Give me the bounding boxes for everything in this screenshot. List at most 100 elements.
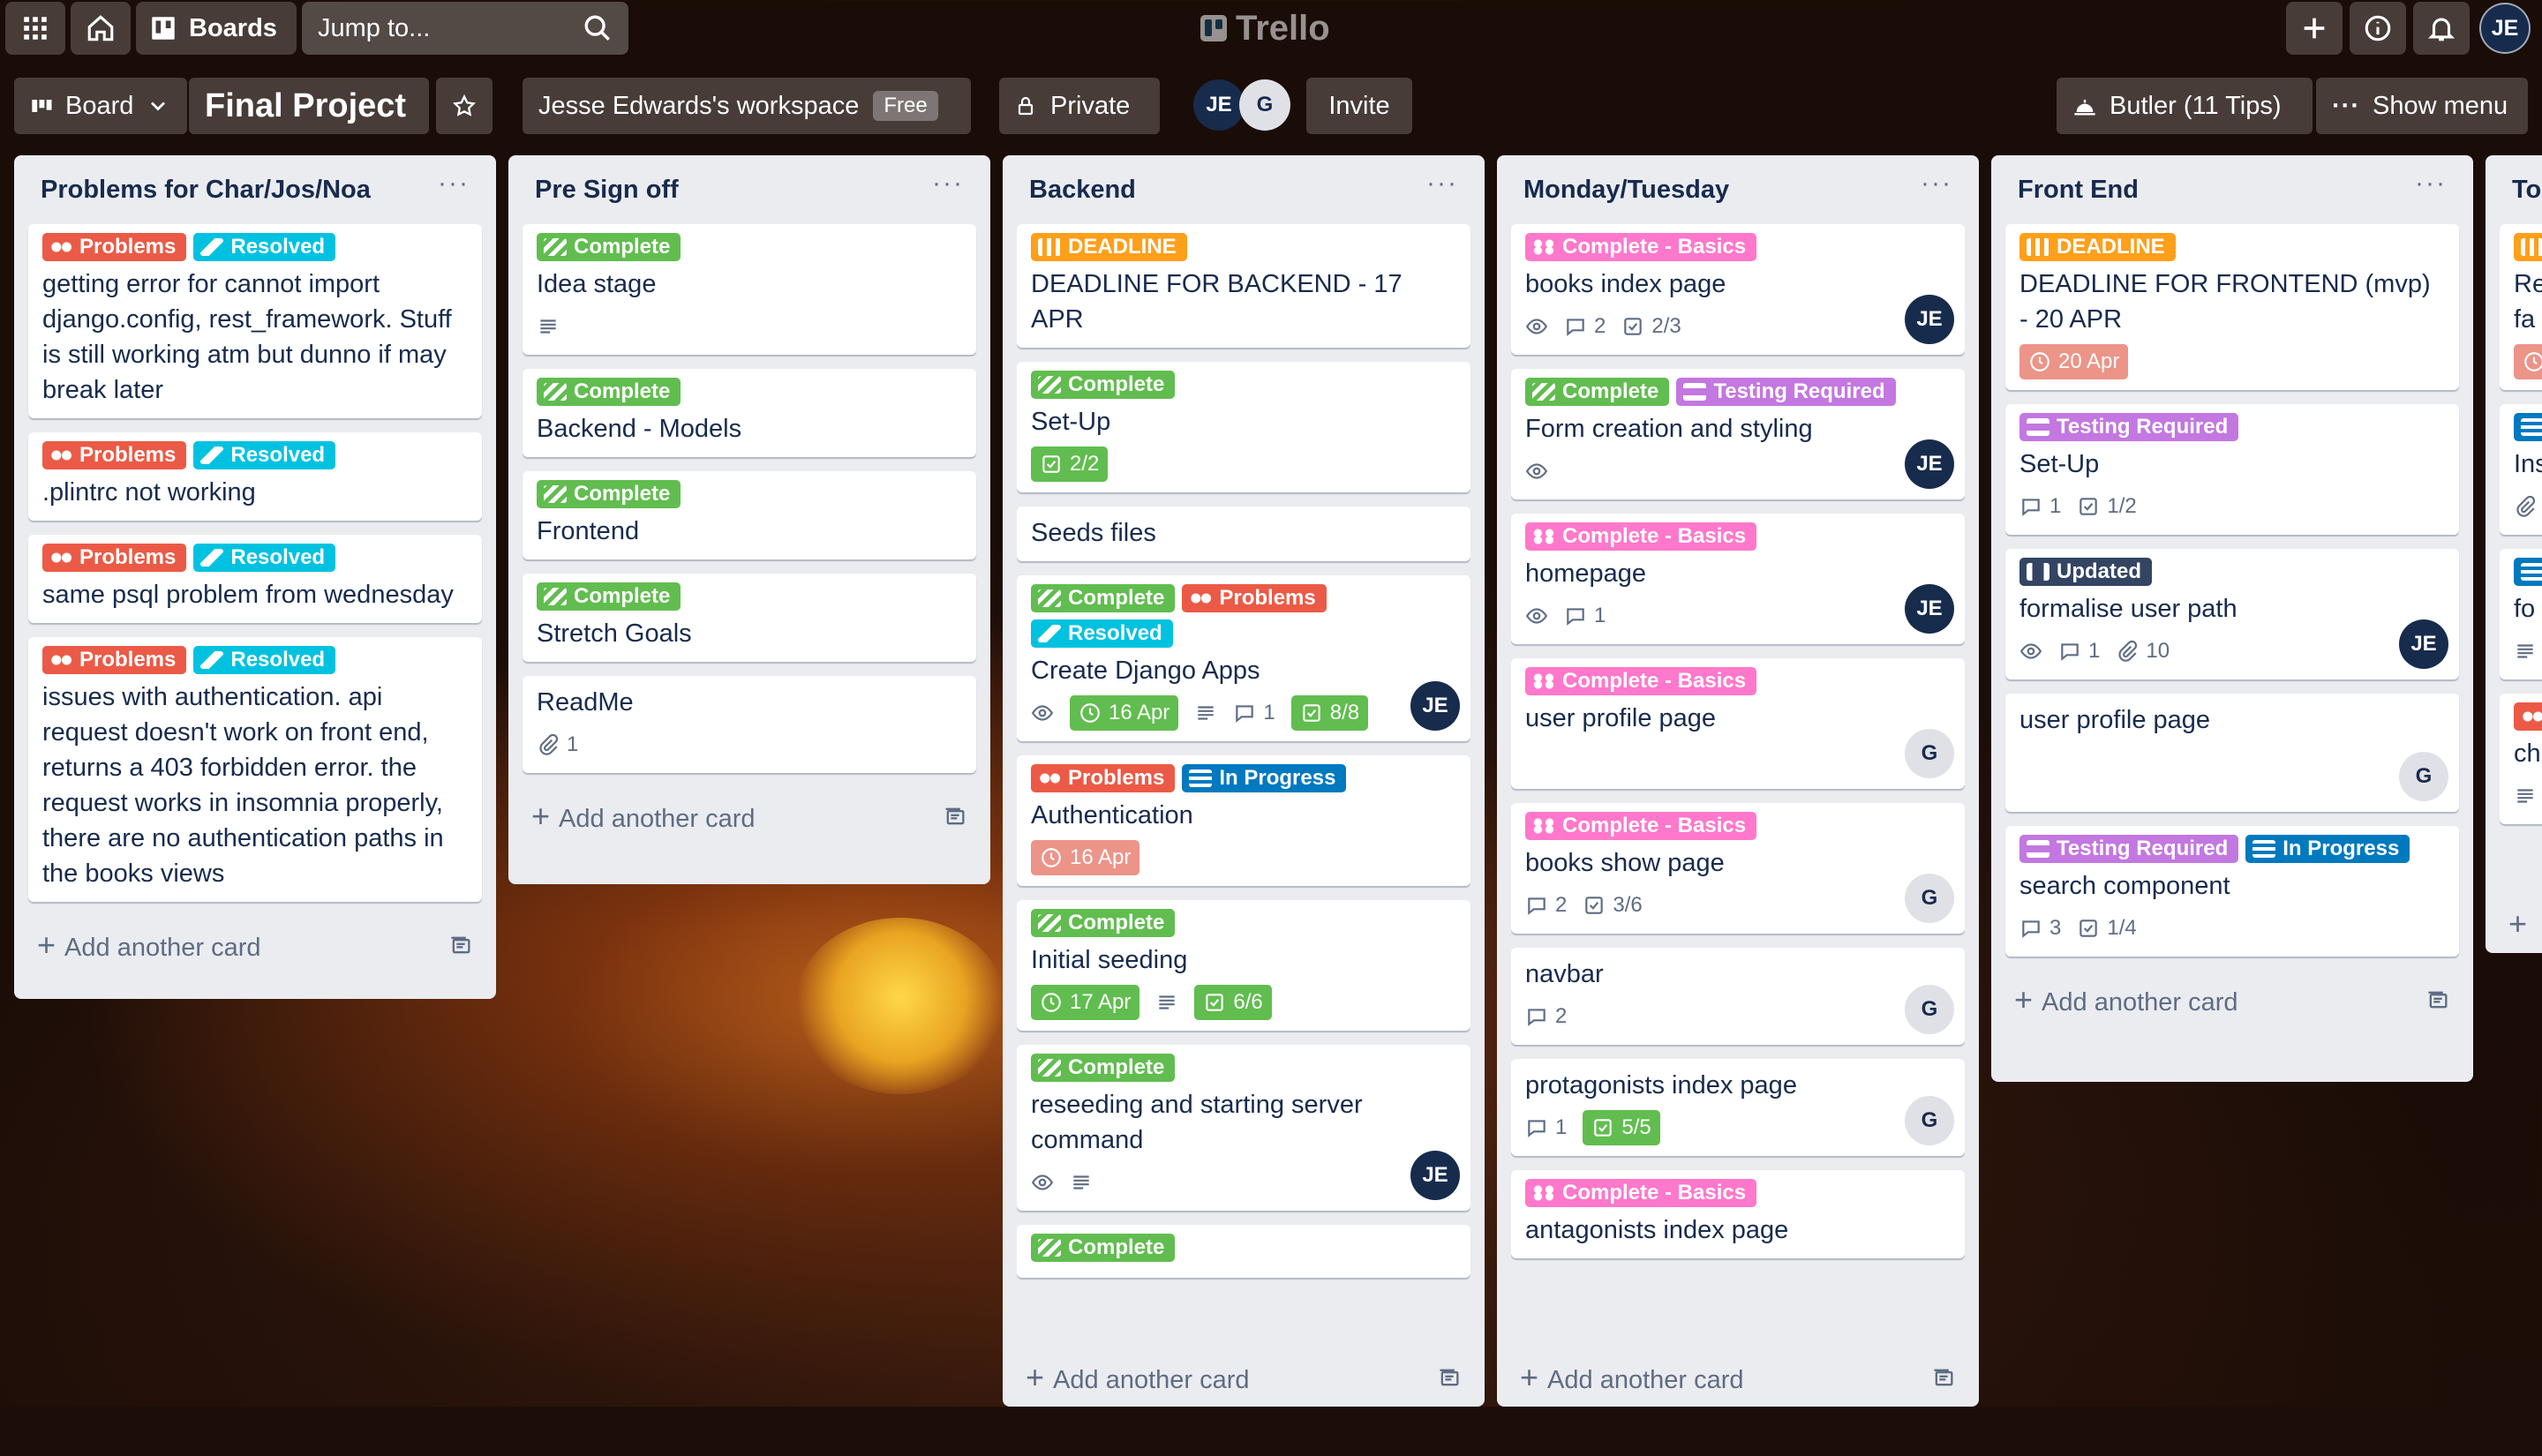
card-member-avatar[interactable]: JE [2399, 619, 2448, 669]
card[interactable]: Seeds files [1017, 507, 1470, 561]
workspace-button[interactable]: Jesse Edwards's workspace Free [523, 78, 971, 134]
card[interactable]: Complete Testing Required Form creation an… [1511, 369, 1965, 499]
card-label-green[interactable]: Complete [1031, 371, 1176, 399]
card-label-green[interactable]: Complete [1031, 584, 1176, 612]
list-menu-icon[interactable]: ··· [932, 170, 964, 209]
member-avatar-g[interactable]: G [1239, 79, 1290, 131]
list-title[interactable]: Pre Sign off [535, 176, 679, 205]
badge-check[interactable]: 8/8 [1290, 695, 1369, 731]
notifications-button[interactable] [2413, 2, 2470, 55]
card-label-pink[interactable]: Complete - Basics [1525, 812, 1757, 840]
card-member-avatar[interactable]: JE [1905, 295, 1954, 344]
list-title[interactable]: Problems for Char/Jos/Noa [41, 176, 371, 205]
card[interactable]: Complete Problems Resolved Create Django Ap… [1017, 575, 1470, 741]
card[interactable]: Complete [1017, 1225, 1470, 1278]
list-header[interactable]: Pre Sign off ··· [523, 155, 976, 224]
member-avatar-je[interactable]: JE [1193, 79, 1245, 131]
card-label-orange[interactable]: DEADLINE [1031, 233, 1187, 261]
badge-check[interactable]: 6/6 [1194, 985, 1272, 1020]
card[interactable]: Problems Resolved same psql problem from w… [28, 535, 482, 623]
list-header[interactable]: Front End ··· [2005, 155, 2459, 224]
card[interactable]: navbar 2 G [1511, 948, 1965, 1045]
badge-clock[interactable]: 16 Apr [1070, 695, 1179, 731]
card[interactable]: Complete - Basics books show page 2 3/6 G [1511, 803, 1965, 934]
card-label-sky[interactable]: Resolved [1031, 619, 1173, 648]
board-view-switcher[interactable]: Board [14, 78, 187, 134]
card-label-purple[interactable]: Testing Required [2019, 413, 2239, 441]
list-menu-icon[interactable]: ··· [1921, 170, 1952, 209]
card-label-pink[interactable]: Complete - Basics [1525, 522, 1757, 551]
boards-button[interactable]: Boards [136, 2, 297, 55]
card-label-green[interactable]: Complete [537, 378, 681, 406]
card-label-blue[interactable] [2514, 413, 2542, 441]
card[interactable]: Complete - Basics homepage 1 JE [1511, 514, 1965, 644]
card-template-icon[interactable] [943, 804, 967, 829]
card-label-purple[interactable]: Testing Required [2019, 835, 2239, 863]
card[interactable]: Complete - Basics antagonists index page [1511, 1170, 1965, 1258]
card[interactable]: Problems Resolved getting error for cannot… [28, 224, 482, 418]
card-label-red[interactable]: Problems [1182, 584, 1327, 612]
card-member-avatar[interactable]: G [1905, 874, 1954, 923]
card[interactable]: Problems Resolved issues with authenticati… [28, 637, 482, 902]
card-label-sky[interactable]: Resolved [193, 646, 336, 674]
card-label-sky[interactable]: Resolved [193, 441, 336, 469]
list-title[interactable]: Monday/Tuesday [1523, 176, 1729, 205]
visibility-button[interactable]: Private [999, 78, 1160, 134]
card-template-icon[interactable] [1931, 1365, 1956, 1390]
list-header[interactable]: To··· [2500, 155, 2542, 224]
badge-clock[interactable] [2514, 344, 2542, 379]
card-label-pink[interactable]: Complete - Basics [1525, 667, 1757, 695]
invite-button[interactable]: Invite [1306, 78, 1412, 134]
trello-logo[interactable]: Trello [1200, 9, 1330, 48]
card-label-pink[interactable]: Complete - Basics [1525, 233, 1757, 261]
card[interactable]: Complete Stretch Goals [523, 574, 976, 662]
board-title-button[interactable]: Final Project [189, 78, 429, 134]
badge-clock[interactable]: 16 Apr [1031, 840, 1140, 875]
create-button[interactable] [2286, 2, 2343, 55]
list-menu-icon[interactable]: ··· [1426, 170, 1458, 209]
card[interactable]: ch [2500, 694, 2542, 824]
add-card-button[interactable]: + Add another card [1017, 1348, 1470, 1407]
card-label-red[interactable]: Problems [42, 544, 187, 572]
card-member-avatar[interactable]: JE [1410, 1151, 1460, 1200]
card-label-sky[interactable]: Resolved [193, 233, 336, 261]
list-header[interactable]: Problems for Char/Jos/Noa ··· [28, 155, 482, 224]
card[interactable]: Complete Set-Up 2/2 [1017, 362, 1470, 492]
card-member-avatar[interactable]: JE [1905, 584, 1954, 634]
add-card-button[interactable]: + Add another card [28, 916, 482, 974]
list-title[interactable]: Backend [1029, 176, 1136, 205]
card[interactable]: user profile page G [2005, 694, 2459, 812]
card[interactable]: Problems Resolved .plintrc not working [28, 432, 482, 521]
list-title[interactable]: To [2512, 176, 2541, 205]
account-button[interactable]: JE [2477, 2, 2533, 55]
list-menu-icon[interactable]: ··· [438, 170, 470, 209]
card-label-green[interactable]: Complete [537, 233, 681, 261]
search-input[interactable]: Jump to... [302, 2, 628, 55]
list-title[interactable]: Front End [2018, 176, 2139, 205]
card[interactable]: Ins [2500, 404, 2542, 535]
card[interactable]: Complete reseeding and starting server co… [1017, 1045, 1470, 1211]
card-label-green[interactable]: Complete [1031, 1234, 1176, 1262]
home-button[interactable] [71, 2, 131, 55]
card[interactable]: fo [2500, 549, 2542, 679]
card-label-red[interactable]: Problems [42, 646, 187, 674]
card-label-blue[interactable] [2514, 558, 2542, 586]
card[interactable]: protagonists index page 1 5/5 G [1511, 1059, 1965, 1156]
card-label-red[interactable]: Problems [42, 441, 187, 469]
add-card-button[interactable]: + Add another card [523, 787, 976, 845]
card-label-sky[interactable]: Resolved [193, 544, 336, 572]
card[interactable]: Complete - Basics user profile page G [1511, 658, 1965, 789]
add-card-button[interactable]: + [2500, 895, 2542, 953]
card-label-blue[interactable]: In Progress [2245, 835, 2410, 863]
information-button[interactable] [2350, 2, 2406, 55]
card-label-orange[interactable]: DEADLINE [2019, 233, 2176, 261]
card[interactable]: Complete - Basics books index page 2 2/3 JE [1511, 224, 1965, 355]
card-member-avatar[interactable]: G [2399, 752, 2448, 801]
card-label-green[interactable]: Complete [1525, 378, 1670, 406]
card[interactable]: DEADLINE DEADLINE FOR BACKEND - 17 APR [1017, 224, 1470, 348]
card[interactable]: Complete Frontend [523, 471, 976, 559]
card-template-icon[interactable] [448, 933, 473, 957]
app-switcher-button[interactable] [5, 2, 65, 55]
card-member-avatar[interactable]: G [1905, 1096, 1954, 1145]
badge-clock[interactable]: 20 Apr [2019, 344, 2129, 379]
